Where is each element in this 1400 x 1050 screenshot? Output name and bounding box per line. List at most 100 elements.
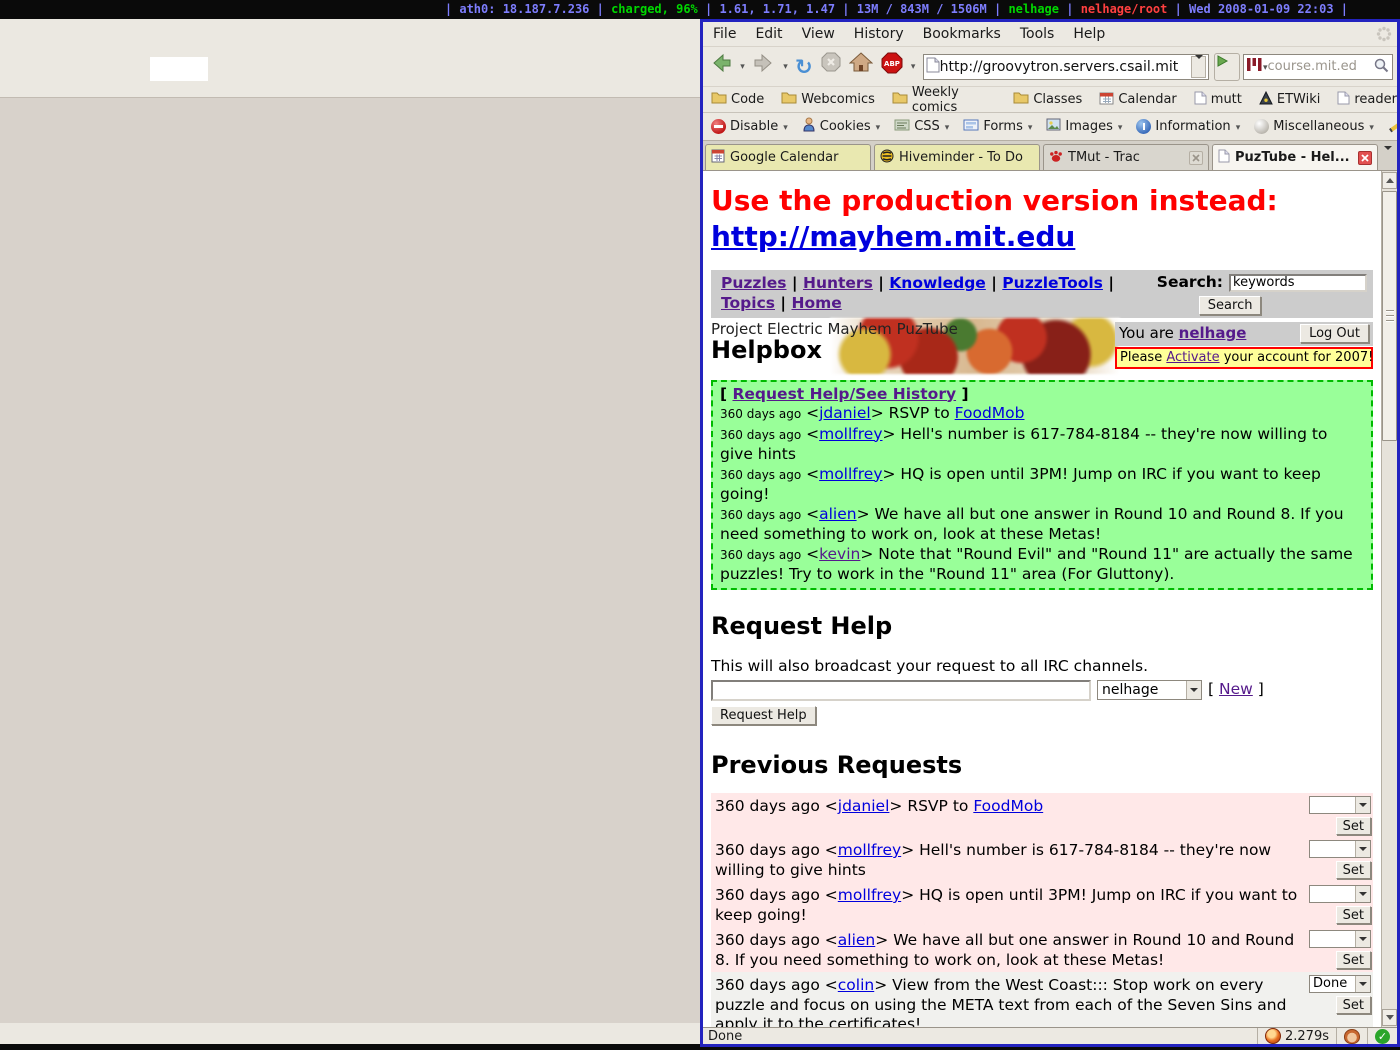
menu-view[interactable]: View bbox=[802, 26, 835, 42]
set-button[interactable]: Set bbox=[1336, 951, 1371, 969]
set-button[interactable]: Set bbox=[1336, 996, 1371, 1014]
nav-topics[interactable]: Topics bbox=[721, 294, 775, 312]
user-link[interactable]: alien bbox=[819, 505, 856, 523]
menu-history[interactable]: History bbox=[854, 26, 904, 42]
webdev-label: Cookies bbox=[820, 119, 871, 134]
foodmob-link[interactable]: FoodMob bbox=[973, 797, 1043, 815]
foodmob-link[interactable]: FoodMob bbox=[955, 404, 1025, 422]
bookmark-reader[interactable]: reader bbox=[1337, 91, 1397, 109]
tab-list-dropdown[interactable] bbox=[1381, 147, 1395, 167]
request-history-link[interactable]: Request Help/See History bbox=[732, 385, 956, 403]
forward-dropdown[interactable] bbox=[781, 51, 790, 83]
new-link[interactable]: New bbox=[1219, 680, 1253, 698]
username-link[interactable]: nelhage bbox=[1179, 324, 1247, 342]
close-icon[interactable] bbox=[1189, 151, 1203, 165]
bracket: > bbox=[883, 465, 901, 483]
owner-select[interactable]: nelhage bbox=[1097, 680, 1202, 700]
magnifier-icon[interactable] bbox=[1373, 57, 1390, 77]
user-link[interactable]: kevin bbox=[819, 545, 860, 563]
bookmark-folder-code[interactable]: Code bbox=[711, 91, 764, 108]
page: Use the production version instead: http… bbox=[703, 171, 1381, 1027]
webdev-miscellaneous[interactable]: Miscellaneous bbox=[1254, 119, 1374, 134]
request-help-button[interactable]: Request Help bbox=[711, 706, 816, 725]
close-icon[interactable] bbox=[1358, 151, 1372, 165]
user-link[interactable]: mollfrey bbox=[819, 465, 882, 483]
validator-status[interactable] bbox=[1367, 1028, 1397, 1044]
nav-home[interactable]: Home bbox=[791, 294, 841, 312]
site-search-input[interactable] bbox=[1229, 274, 1367, 292]
greasemonkey-toggle[interactable] bbox=[1336, 1028, 1367, 1044]
bookmark-folder-classes[interactable]: Classes bbox=[1013, 91, 1082, 108]
home-button[interactable] bbox=[847, 51, 875, 83]
fasterfox-timer[interactable]: 2.279s bbox=[1257, 1028, 1336, 1044]
vertical-scrollbar[interactable] bbox=[1381, 171, 1397, 1027]
nav-hunters[interactable]: Hunters bbox=[803, 274, 873, 292]
activate-link[interactable]: Activate bbox=[1166, 350, 1219, 365]
webdev-cookies[interactable]: Cookies bbox=[802, 117, 880, 136]
request-help-title: Request Help bbox=[711, 617, 1373, 637]
tab-google-calendar[interactable]: Google Calendar bbox=[705, 144, 871, 170]
stop-button[interactable] bbox=[818, 51, 844, 83]
scrollbar-thumb[interactable] bbox=[1382, 191, 1397, 441]
user-link[interactable]: mollfrey bbox=[838, 841, 901, 859]
status-select[interactable] bbox=[1309, 930, 1371, 948]
set-button[interactable]: Set bbox=[1336, 817, 1371, 835]
bookmark-mutt[interactable]: mutt bbox=[1194, 91, 1242, 109]
bookmark-etwiki[interactable]: ETWiki bbox=[1259, 91, 1320, 109]
status-select[interactable]: Done bbox=[1309, 975, 1371, 993]
user-link[interactable]: jdaniel bbox=[819, 404, 871, 422]
tab-hiveminder[interactable]: Hiveminder - To Do bbox=[874, 144, 1040, 170]
status-ip: | ath0: 18.187.7.236 | bbox=[445, 2, 611, 16]
user-link[interactable]: mollfrey bbox=[819, 425, 882, 443]
scroll-down-button[interactable] bbox=[1382, 1009, 1397, 1026]
bookmark-folder-weekly-comics[interactable]: Weekly comics bbox=[892, 85, 996, 115]
webdev-images[interactable]: Images bbox=[1046, 118, 1122, 135]
status-select[interactable] bbox=[1309, 840, 1371, 858]
user-link[interactable]: alien bbox=[838, 931, 875, 949]
menu-bookmarks[interactable]: Bookmarks bbox=[923, 26, 1001, 42]
set-button[interactable]: Set bbox=[1336, 861, 1371, 879]
nav-knowledge[interactable]: Knowledge bbox=[889, 274, 986, 292]
bookmark-calendar[interactable]: Calendar bbox=[1099, 91, 1176, 109]
bookmark-folder-webcomics[interactable]: Webcomics bbox=[781, 91, 875, 108]
webdev-information[interactable]: Information bbox=[1136, 119, 1240, 134]
back-dropdown[interactable] bbox=[738, 51, 747, 83]
menu-tools[interactable]: Tools bbox=[1020, 26, 1055, 42]
webdev-css[interactable]: CSS bbox=[894, 119, 949, 135]
site-search-button[interactable]: Search bbox=[1199, 296, 1262, 315]
search-engine-icon[interactable] bbox=[1246, 57, 1263, 76]
webdev-forms[interactable]: Forms bbox=[963, 119, 1032, 135]
request-help-input[interactable] bbox=[711, 680, 1091, 701]
chevron-down-icon bbox=[1118, 119, 1123, 134]
mayhem-link[interactable]: http://mayhem.mit.edu bbox=[711, 220, 1075, 253]
user-link[interactable]: colin bbox=[838, 976, 874, 994]
nav-puzzletools[interactable]: PuzzleTools bbox=[1002, 274, 1103, 292]
scroll-up-button[interactable] bbox=[1382, 172, 1397, 189]
menu-help[interactable]: Help bbox=[1073, 26, 1105, 42]
set-button[interactable]: Set bbox=[1336, 906, 1371, 924]
status-select[interactable] bbox=[1309, 796, 1371, 814]
forward-button[interactable] bbox=[750, 51, 778, 83]
back-button[interactable] bbox=[707, 51, 735, 83]
status-select[interactable] bbox=[1309, 885, 1371, 903]
nav-puzzles[interactable]: Puzzles bbox=[721, 274, 787, 292]
url-history-dropdown[interactable] bbox=[1191, 56, 1206, 78]
webdev-label: CSS bbox=[914, 119, 940, 134]
search-input[interactable] bbox=[1268, 59, 1373, 74]
adblock-icon[interactable]: ABP bbox=[878, 51, 906, 83]
row-age: 360 days ago bbox=[715, 976, 820, 994]
adblock-dropdown[interactable] bbox=[909, 51, 918, 83]
tab-tmut-trac[interactable]: TMut - Trac bbox=[1043, 144, 1209, 170]
webdev-disable[interactable]: Disable bbox=[711, 119, 788, 134]
menu-file[interactable]: File bbox=[713, 26, 736, 42]
go-button[interactable] bbox=[1214, 53, 1240, 81]
logout-button[interactable]: Log Out bbox=[1300, 324, 1369, 343]
tab-puztube[interactable]: PuzTube - Hel... bbox=[1212, 144, 1378, 170]
reload-button[interactable]: ↻ bbox=[793, 51, 815, 83]
user-link[interactable]: jdaniel bbox=[838, 797, 890, 815]
menu-edit[interactable]: Edit bbox=[755, 26, 782, 42]
url-input[interactable] bbox=[940, 59, 1191, 75]
helpbox-entry: 360 days ago <alien> We have all but one… bbox=[720, 505, 1364, 545]
user-link[interactable]: mollfrey bbox=[838, 886, 901, 904]
webdev-outline[interactable]: Outline bbox=[1388, 119, 1397, 134]
